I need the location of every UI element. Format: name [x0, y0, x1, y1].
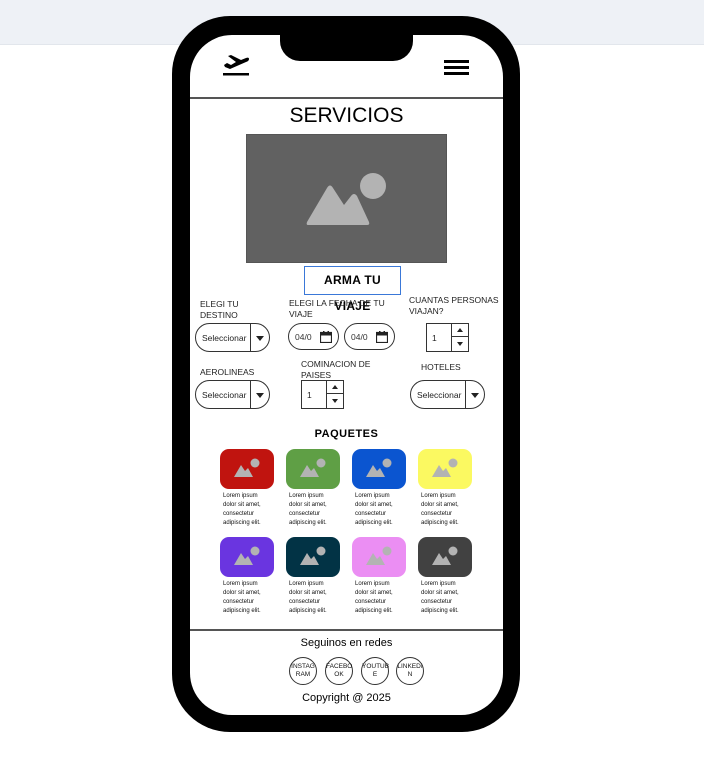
paises-label: COMINACION DE PAISES: [301, 359, 371, 380]
image-placeholder-icon: [300, 458, 326, 477]
follow-us-text: Seguinos en redes: [300, 637, 393, 649]
stepper-down-icon[interactable]: [452, 338, 468, 351]
image-placeholder-icon: [234, 458, 260, 477]
package-image: [418, 449, 472, 489]
paquetes-heading: PAQUETES: [314, 428, 379, 440]
aerolineas-value: Seleccionar: [202, 390, 247, 400]
header-divider: [190, 97, 503, 99]
package-card[interactable]: Lorem ipsum dolor sit amet, consectetur …: [220, 449, 274, 529]
package-card[interactable]: Lorem ipsum dolor sit amet, consectetur …: [286, 449, 340, 529]
stepper-up-icon[interactable]: [327, 381, 343, 394]
social-youtube-button[interactable]: YOUTUB E: [361, 657, 389, 685]
image-placeholder-icon: [306, 173, 386, 225]
package-description: Lorem ipsum dolor sit amet, consectetur …: [421, 493, 459, 526]
personas-stepper[interactable]: 1: [426, 323, 469, 352]
package-description: Lorem ipsum dolor sit amet, consectetur …: [223, 493, 261, 526]
personas-value: 1: [432, 333, 437, 343]
copyright-text: Copyright @ 2025: [302, 692, 391, 704]
package-card[interactable]: Lorem ipsum dolor sit amet, consectetur …: [220, 537, 274, 617]
package-image: [352, 537, 406, 577]
personas-label: CUANTAS PERSONAS VIAJAN?: [409, 295, 499, 316]
destino-label: ELEGI TU DESTINO: [200, 299, 239, 320]
fecha-inicio-value: 04/0: [295, 332, 312, 342]
hoteles-select[interactable]: Seleccionar: [410, 380, 485, 409]
page-title: SERVICIOS: [289, 104, 404, 127]
stepper-down-icon[interactable]: [327, 395, 343, 408]
aerolineas-label: AEROLINEAS: [200, 367, 255, 377]
stepper-up-icon[interactable]: [452, 324, 468, 337]
arma-tu-viaje-heading: ARMA TU VIAJE: [304, 266, 401, 313]
calendar-icon[interactable]: [320, 331, 332, 343]
calendar-icon[interactable]: [376, 331, 388, 343]
hoteles-value: Seleccionar: [417, 390, 462, 400]
fecha-fin-input[interactable]: 04/0: [344, 323, 395, 350]
fecha-fin-value: 04/0: [351, 332, 368, 342]
chevron-down-icon[interactable]: [250, 381, 269, 408]
package-image: [220, 449, 274, 489]
fecha-inicio-input[interactable]: 04/0: [288, 323, 339, 350]
package-card[interactable]: Lorem ipsum dolor sit amet, consectetur …: [352, 449, 406, 529]
phone-notch: [280, 30, 413, 61]
image-placeholder-icon: [366, 458, 392, 477]
image-placeholder-icon: [432, 546, 458, 565]
hero-image: [246, 134, 447, 263]
stepper-arrows: [451, 324, 468, 351]
social-linkedin-button[interactable]: LINKEDI N: [396, 657, 424, 685]
image-placeholder-icon: [300, 546, 326, 565]
aerolineas-select[interactable]: Seleccionar: [195, 380, 270, 409]
image-placeholder-icon: [234, 546, 260, 565]
package-description: Lorem ipsum dolor sit amet, consectetur …: [355, 493, 393, 526]
image-placeholder-icon: [366, 546, 392, 565]
paises-value: 1: [307, 390, 312, 400]
chevron-down-icon[interactable]: [465, 381, 484, 408]
package-description: Lorem ipsum dolor sit amet, consectetur …: [289, 581, 327, 614]
package-description: Lorem ipsum dolor sit amet, consectetur …: [355, 581, 393, 614]
package-description: Lorem ipsum dolor sit amet, consectetur …: [421, 581, 459, 614]
fecha-label: ELEGI LA FECHA DE TU VIAJE: [289, 298, 385, 319]
hamburger-menu-icon[interactable]: [444, 60, 469, 76]
package-description: Lorem ipsum dolor sit amet, consectetur …: [289, 493, 327, 526]
package-image: [286, 537, 340, 577]
footer-divider: [190, 629, 503, 631]
package-image: [352, 449, 406, 489]
package-card[interactable]: Lorem ipsum dolor sit amet, consectetur …: [418, 449, 472, 529]
package-card[interactable]: Lorem ipsum dolor sit amet, consectetur …: [352, 537, 406, 617]
social-facebook-button[interactable]: FACEBO OK: [325, 657, 353, 685]
destino-select[interactable]: Seleccionar: [195, 323, 270, 352]
destino-value: Seleccionar: [202, 333, 247, 343]
package-image: [286, 449, 340, 489]
hoteles-label: HOTELES: [421, 362, 461, 372]
package-image: [220, 537, 274, 577]
social-instagram-button[interactable]: INSTAG RAM: [289, 657, 317, 685]
package-description: Lorem ipsum dolor sit amet, consectetur …: [223, 581, 261, 614]
package-card[interactable]: Lorem ipsum dolor sit amet, consectetur …: [286, 537, 340, 617]
package-image: [418, 537, 472, 577]
image-placeholder-icon: [432, 458, 458, 477]
airplane-takeoff-icon[interactable]: [222, 53, 250, 77]
package-card[interactable]: Lorem ipsum dolor sit amet, consectetur …: [418, 537, 472, 617]
chevron-down-icon[interactable]: [250, 324, 269, 351]
paises-stepper[interactable]: 1: [301, 380, 344, 409]
stepper-arrows: [326, 381, 343, 408]
